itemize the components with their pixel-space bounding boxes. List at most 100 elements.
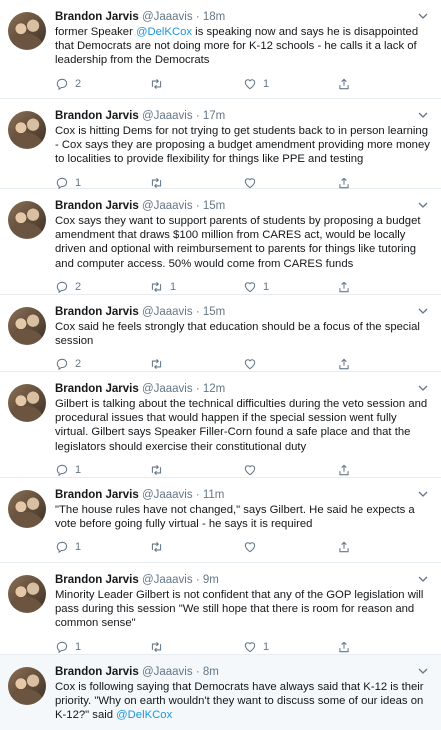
author-handle[interactable]: @Jaaavis xyxy=(142,666,193,678)
chevron-down-icon[interactable] xyxy=(417,488,429,500)
tweet-text-segment: Cox is following saying that Democrats h… xyxy=(55,681,424,722)
author-handle[interactable]: @Jaaavis xyxy=(142,306,193,318)
retweet-button[interactable] xyxy=(149,357,243,371)
share-button[interactable] xyxy=(337,280,431,294)
share-button[interactable] xyxy=(337,640,431,654)
avatar[interactable] xyxy=(8,201,46,239)
tweet[interactable]: Brandon Jarvis @Jaaavis · 8m Cox is foll… xyxy=(0,655,441,730)
author-name[interactable]: Brandon Jarvis xyxy=(55,200,139,212)
share-button[interactable] xyxy=(337,176,431,190)
tweet-timestamp[interactable]: 17m xyxy=(203,110,225,122)
reply-icon xyxy=(56,464,68,477)
tweet[interactable]: Brandon Jarvis @Jaaavis · 15m Cox said h… xyxy=(0,295,441,372)
author-name[interactable]: Brandon Jarvis xyxy=(55,110,139,122)
tweet[interactable]: Brandon Jarvis @Jaaavis · 12m Gilbert is… xyxy=(0,372,441,478)
retweet-button[interactable] xyxy=(149,640,243,654)
reply-button[interactable]: 2 xyxy=(55,280,149,294)
reply-count: 2 xyxy=(75,358,82,371)
avatar[interactable] xyxy=(8,111,46,149)
retweet-button[interactable]: 1 xyxy=(149,280,243,294)
tweet-text: Minority Leader Gilbert is not confident… xyxy=(55,589,424,630)
tweet-text-segment: former Speaker xyxy=(55,26,136,38)
author-name[interactable]: Brandon Jarvis xyxy=(55,11,139,23)
author-handle[interactable]: @Jaaavis xyxy=(142,11,193,23)
tweet[interactable]: Brandon Jarvis @Jaaavis · 18m former Spe… xyxy=(0,0,441,99)
like-button[interactable] xyxy=(243,357,337,371)
tweet-header: Brandon Jarvis @Jaaavis · 15m xyxy=(55,305,431,319)
tweet-timestamp[interactable]: 12m xyxy=(203,383,225,395)
reply-button[interactable]: 1 xyxy=(55,463,149,477)
author-handle[interactable]: @Jaaavis xyxy=(142,200,193,212)
tweet-timestamp[interactable]: 9m xyxy=(203,574,219,586)
tweet-text: Cox is following saying that Democrats h… xyxy=(55,680,431,723)
author-name[interactable]: Brandon Jarvis xyxy=(55,666,139,678)
like-button[interactable] xyxy=(243,540,337,554)
tweet[interactable]: Brandon Jarvis @Jaaavis · 17m Cox is hit… xyxy=(0,99,441,189)
reply-button[interactable]: 2 xyxy=(55,77,149,91)
tweet[interactable]: Brandon Jarvis @Jaaavis · 9m Minority Le… xyxy=(0,563,441,655)
reply-count: 1 xyxy=(75,463,82,476)
retweet-icon xyxy=(151,177,162,188)
retweet-button[interactable] xyxy=(149,463,243,477)
separator-dot: · xyxy=(195,489,200,501)
tweet-timestamp[interactable]: 15m xyxy=(203,306,225,318)
author-handle[interactable]: @Jaaavis xyxy=(142,574,193,586)
reply-button[interactable]: 1 xyxy=(55,176,149,190)
tweet-timestamp[interactable]: 11m xyxy=(203,489,225,501)
share-button[interactable] xyxy=(337,463,431,477)
reply-button[interactable]: 2 xyxy=(55,357,149,371)
retweet-button[interactable] xyxy=(149,77,243,91)
author-name[interactable]: Brandon Jarvis xyxy=(55,574,139,586)
tweet-timestamp[interactable]: 15m xyxy=(203,200,225,212)
avatar[interactable] xyxy=(8,667,46,705)
reply-button[interactable]: 1 xyxy=(55,640,149,654)
avatar[interactable] xyxy=(8,490,46,528)
tweet[interactable]: Brandon Jarvis @Jaaavis · 15m Cox says t… xyxy=(0,189,441,295)
reply-icon xyxy=(56,359,68,371)
author-handle[interactable]: @Jaaavis xyxy=(142,489,193,501)
chevron-down-icon[interactable] xyxy=(417,199,429,211)
chevron-down-icon[interactable] xyxy=(417,10,429,22)
author-name[interactable]: Brandon Jarvis xyxy=(55,489,139,501)
share-button[interactable] xyxy=(337,540,431,554)
like-button[interactable]: 1 xyxy=(243,280,337,294)
tweet-header: Brandon Jarvis @Jaaavis · 15m xyxy=(55,199,431,213)
share-button[interactable] xyxy=(337,77,431,91)
share-icon xyxy=(339,358,349,370)
tweet-timestamp[interactable]: 8m xyxy=(203,666,219,678)
like-button[interactable]: 1 xyxy=(243,640,337,654)
like-button[interactable] xyxy=(243,463,337,477)
tweet-timestamp[interactable]: 18m xyxy=(203,11,225,23)
tweet-text: former Speaker @DelKCox is speaking now … xyxy=(55,25,431,68)
author-handle[interactable]: @Jaaavis xyxy=(142,110,193,122)
reply-count: 1 xyxy=(75,176,82,189)
mention-link[interactable]: @DelKCox xyxy=(116,709,172,721)
retweet-button[interactable] xyxy=(149,176,243,190)
chevron-down-icon[interactable] xyxy=(417,382,429,394)
avatar[interactable] xyxy=(8,307,46,345)
separator-dot: · xyxy=(195,110,200,122)
tweet[interactable]: Brandon Jarvis @Jaaavis · 11m "The house… xyxy=(0,478,441,563)
chevron-down-icon[interactable] xyxy=(417,109,429,121)
like-button[interactable]: 1 xyxy=(243,77,337,91)
share-button[interactable] xyxy=(337,357,431,371)
retweet-button[interactable] xyxy=(149,540,243,554)
retweet-icon xyxy=(151,641,162,652)
like-button[interactable] xyxy=(243,176,337,190)
tweet-text: Cox said he feels strongly that educatio… xyxy=(55,321,420,348)
chevron-down-icon[interactable] xyxy=(417,573,429,585)
avatar[interactable] xyxy=(8,384,46,422)
chevron-down-icon[interactable] xyxy=(417,665,429,677)
author-name[interactable]: Brandon Jarvis xyxy=(55,306,139,318)
tweet-text: Cox says they want to support parents of… xyxy=(55,215,421,270)
chevron-down-icon[interactable] xyxy=(417,305,429,317)
reply-button[interactable]: 1 xyxy=(55,540,149,554)
author-name[interactable]: Brandon Jarvis xyxy=(55,383,139,395)
avatar[interactable] xyxy=(8,575,46,613)
reply-icon xyxy=(56,641,68,653)
avatar[interactable] xyxy=(8,12,46,50)
author-handle[interactable]: @Jaaavis xyxy=(142,383,193,395)
tweet-actions: 2 1 xyxy=(55,73,431,95)
mention-link[interactable]: @DelKCox xyxy=(136,26,192,38)
separator-dot: · xyxy=(195,11,200,23)
